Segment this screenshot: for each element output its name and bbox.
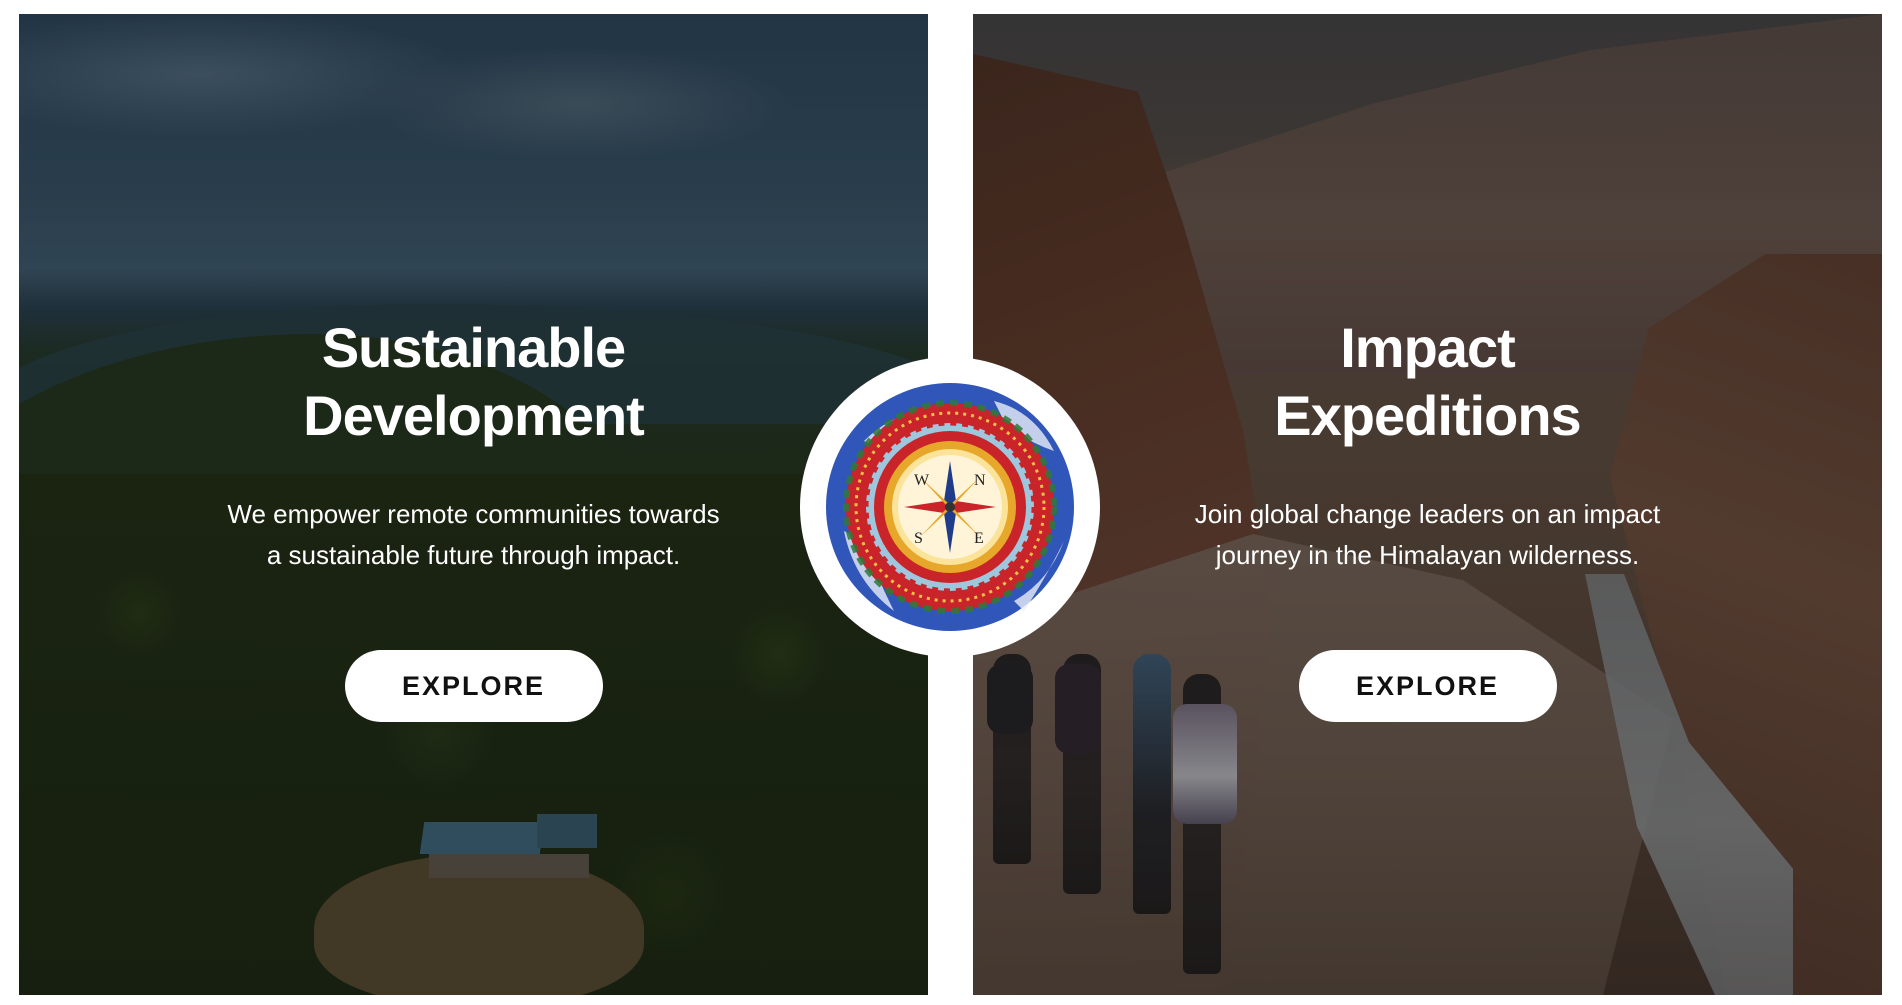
- card-title-line1: Sustainable: [321, 316, 626, 379]
- card-sustainable-development[interactable]: Sustainable Development We empower remot…: [19, 14, 928, 995]
- card-description: We empower remote communities towards a …: [227, 499, 720, 570]
- card-title: Sustainable Development: [19, 314, 928, 450]
- card-content: Sustainable Development We empower remot…: [19, 14, 928, 995]
- compass-letter-w: W: [914, 472, 930, 489]
- compass-emblem-icon: N E S W: [826, 383, 1074, 631]
- card-impact-expeditions[interactable]: Impact Expeditions Join global change le…: [973, 14, 1882, 995]
- explore-button[interactable]: EXPLORE: [1298, 650, 1557, 722]
- card-title-line2: Expeditions: [1274, 384, 1581, 447]
- card-title-line2: Development: [303, 384, 645, 447]
- card-content: Impact Expeditions Join global change le…: [973, 14, 1882, 995]
- card-title-line1: Impact: [1340, 316, 1516, 379]
- compass-letter-n: N: [974, 472, 986, 489]
- explore-button[interactable]: EXPLORE: [344, 650, 603, 722]
- card-title: Impact Expeditions: [973, 314, 1882, 450]
- compass-logo: N E S W: [800, 357, 1100, 657]
- page: Sustainable Development We empower remot…: [0, 0, 1902, 1005]
- compass-letter-e: E: [974, 530, 984, 547]
- compass-letter-s: S: [914, 530, 923, 547]
- card-description: Join global change leaders on an impact …: [1194, 499, 1661, 570]
